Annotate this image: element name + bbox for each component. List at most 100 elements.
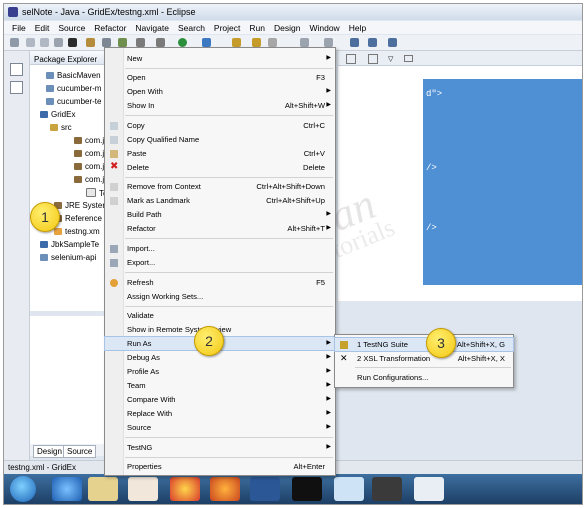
notepad-icon[interactable] bbox=[334, 477, 364, 501]
selenium-icon[interactable] bbox=[414, 477, 444, 501]
tree-item[interactable]: JRE Syster bbox=[54, 201, 105, 210]
menu-file[interactable]: File bbox=[4, 21, 31, 33]
menu-item-assign-working-sets[interactable]: Assign Working Sets... bbox=[105, 290, 335, 303]
menu-item-replace-with[interactable]: Replace With ▶ bbox=[105, 407, 335, 420]
menu-item-profile-as[interactable]: Profile As ▶ bbox=[105, 365, 335, 378]
tree-item[interactable]: com.j bbox=[74, 149, 104, 158]
menu-item-refresh[interactable]: Refresh F5 bbox=[105, 276, 335, 289]
source-folder-icon bbox=[50, 124, 58, 131]
word-icon[interactable] bbox=[250, 477, 280, 501]
menu-item-refactor[interactable]: Refactor Alt+Shift+T ▶ bbox=[105, 222, 335, 235]
minimize-icon[interactable] bbox=[404, 55, 413, 62]
open-type-icon[interactable] bbox=[232, 38, 241, 47]
status-text: testng.xml - GridEx bbox=[8, 463, 77, 472]
tree-item[interactable]: JbkSampleTe bbox=[40, 240, 99, 249]
menu-item-mark-as-landmark[interactable]: Mark as Landmark Ctrl+Alt+Shift+Up bbox=[105, 194, 335, 207]
menu-run[interactable]: Run bbox=[245, 21, 270, 33]
tree-item[interactable]: com.j bbox=[74, 175, 104, 184]
debug-icon[interactable] bbox=[202, 38, 211, 47]
menu-item-remove-from-context[interactable]: Remove from Context Ctrl+Alt+Shift+Down bbox=[105, 180, 335, 193]
menu-item-build-path[interactable]: Build Path ▶ bbox=[105, 208, 335, 221]
internet-explorer-icon[interactable] bbox=[52, 477, 82, 501]
menu-item-validate[interactable]: Validate bbox=[105, 309, 335, 322]
minimized-views-strip bbox=[4, 51, 30, 461]
tree-item[interactable]: GridEx bbox=[40, 110, 75, 119]
chrome-icon[interactable] bbox=[170, 477, 200, 501]
menu-design[interactable]: Design bbox=[270, 21, 305, 33]
command-prompt-icon[interactable] bbox=[292, 477, 322, 501]
restore-icon[interactable] bbox=[10, 63, 23, 76]
firefox-icon[interactable] bbox=[210, 477, 240, 501]
package-explorer: Package Explorer BasicMaven cucumber-m c… bbox=[30, 51, 115, 311]
tree-item[interactable]: src bbox=[50, 123, 72, 132]
menu-item-team[interactable]: Team ▶ bbox=[105, 379, 335, 392]
menu-item-show-in[interactable]: Show In Alt+Shift+W ▶ bbox=[105, 99, 335, 112]
file-explorer-icon[interactable] bbox=[88, 477, 118, 501]
last-edit-icon[interactable] bbox=[350, 38, 359, 47]
save-icon[interactable] bbox=[26, 38, 35, 47]
back-icon[interactable] bbox=[368, 38, 377, 47]
menu-source[interactable]: Source bbox=[54, 21, 90, 33]
tree-item[interactable]: com.j bbox=[74, 136, 104, 145]
submenu-item-xsl-transformation[interactable]: ✕ 2 XSL Transformation Alt+Shift+X, X bbox=[335, 352, 513, 365]
menu-item-open-with[interactable]: Open With ▶ bbox=[105, 85, 335, 98]
open-task-icon[interactable] bbox=[252, 38, 261, 47]
grid-icon[interactable] bbox=[118, 38, 127, 47]
chevron-right-icon: ▶ bbox=[326, 368, 331, 374]
menu-item-source[interactable]: Source ▶ bbox=[105, 421, 335, 434]
tab-design[interactable]: Design bbox=[33, 445, 66, 458]
tree-item[interactable]: cucumber-te bbox=[46, 97, 101, 106]
menu-search[interactable]: Search bbox=[174, 21, 210, 33]
tree-item[interactable]: cucumber-m bbox=[46, 84, 101, 93]
package-explorer-tab[interactable]: Package Explorer bbox=[30, 51, 114, 65]
menu-refactor[interactable]: Refactor bbox=[90, 21, 131, 33]
tree-item[interactable]: selenium-api bbox=[40, 253, 96, 262]
search-icon[interactable] bbox=[268, 38, 277, 47]
menu-item-delete[interactable]: ✖ Delete Delete bbox=[105, 161, 335, 174]
annotation-icon[interactable] bbox=[300, 38, 309, 47]
gear-icon[interactable] bbox=[156, 38, 165, 47]
menu-item-compare-with[interactable]: Compare With ▶ bbox=[105, 393, 335, 406]
build-icon[interactable] bbox=[86, 38, 95, 47]
next-annotation-icon[interactable] bbox=[324, 38, 333, 47]
tab-source[interactable]: Source bbox=[63, 445, 97, 458]
menu-navigate[interactable]: Navigate bbox=[131, 21, 174, 33]
menu-item-copy-qualified-name[interactable]: Copy Qualified Name bbox=[105, 133, 335, 146]
link-icon[interactable] bbox=[346, 54, 356, 64]
settings-icon[interactable] bbox=[136, 38, 145, 47]
view-menu-icon[interactable]: ▽ bbox=[388, 55, 393, 63]
menu-item-testng[interactable]: TestNG ▶ bbox=[105, 441, 335, 454]
new-icon[interactable] bbox=[10, 38, 19, 47]
eclipse-taskbar-icon[interactable] bbox=[372, 477, 402, 501]
tree-item[interactable]: com.j bbox=[74, 162, 104, 171]
menu-item-open[interactable]: Open F3 bbox=[105, 71, 335, 84]
tree-item[interactable]: BasicMaven bbox=[46, 71, 101, 80]
save-all-icon[interactable] bbox=[40, 38, 49, 47]
tree-item[interactable]: testng.xm bbox=[54, 227, 100, 236]
menu-help[interactable]: Help bbox=[345, 21, 371, 33]
tree-item[interactable]: Reference bbox=[54, 214, 102, 223]
menu-edit[interactable]: Edit bbox=[31, 21, 55, 33]
menu-project[interactable]: Project bbox=[210, 21, 245, 33]
menu-window[interactable]: Window bbox=[305, 21, 344, 33]
print-icon[interactable] bbox=[54, 38, 63, 47]
submenu-item-run-configurations[interactable]: Run Configurations... bbox=[335, 371, 513, 384]
menu-item-new[interactable]: New ▶ bbox=[105, 52, 335, 65]
forward-icon[interactable] bbox=[388, 38, 397, 47]
media-player-icon[interactable] bbox=[128, 477, 158, 501]
view-icon[interactable] bbox=[10, 81, 23, 94]
menu-item-debug-as[interactable]: Debug As ▶ bbox=[105, 351, 335, 364]
menu-item-export[interactable]: Export... bbox=[105, 256, 335, 269]
run-icon[interactable] bbox=[178, 38, 187, 47]
menu-item-copy[interactable]: Copy Ctrl+C bbox=[105, 119, 335, 132]
submenu-item-testng-suite[interactable]: 1 TestNG Suite Alt+Shift+X, G bbox=[334, 337, 514, 352]
console-icon[interactable] bbox=[68, 38, 77, 47]
debug-tool-icon[interactable] bbox=[102, 38, 111, 47]
menu-item-properties[interactable]: Properties Alt+Enter bbox=[105, 460, 335, 473]
filter-icon[interactable] bbox=[368, 54, 378, 64]
project-icon bbox=[46, 85, 54, 92]
menu-item-paste[interactable]: Paste Ctrl+V bbox=[105, 147, 335, 160]
start-button-icon[interactable] bbox=[10, 476, 36, 502]
refresh-icon bbox=[110, 279, 118, 287]
menu-item-import[interactable]: Import... bbox=[105, 242, 335, 255]
